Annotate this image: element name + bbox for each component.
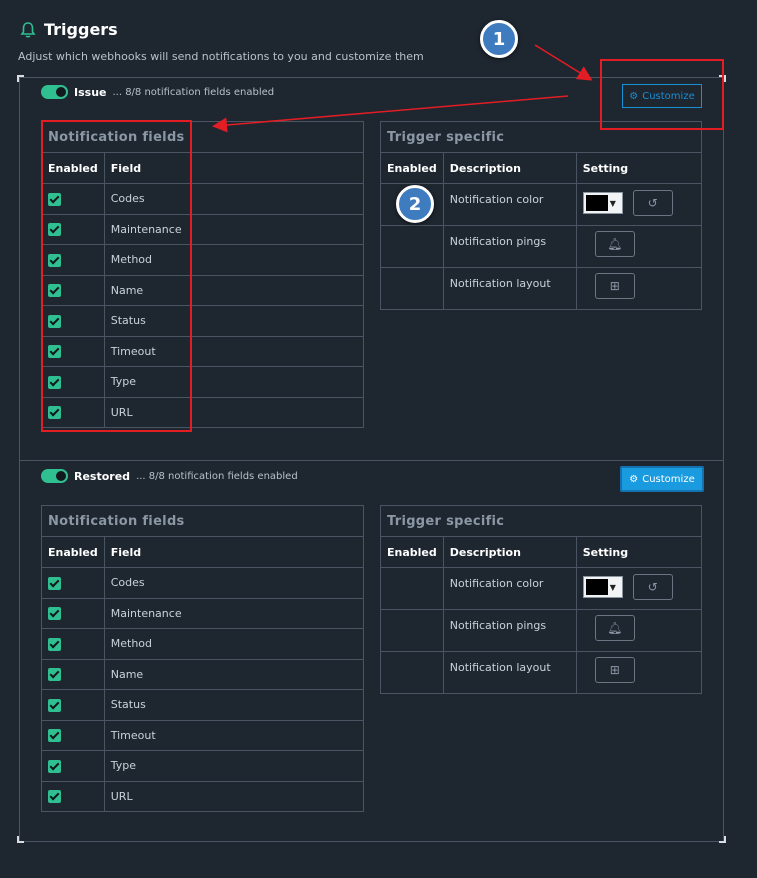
annotation-badge-1: 1 xyxy=(480,20,518,58)
annotation-arrow xyxy=(534,44,593,81)
annotation-arrows xyxy=(212,44,593,133)
annotation-arrow xyxy=(212,95,569,133)
annotation-badge-2: 2 xyxy=(396,185,434,223)
